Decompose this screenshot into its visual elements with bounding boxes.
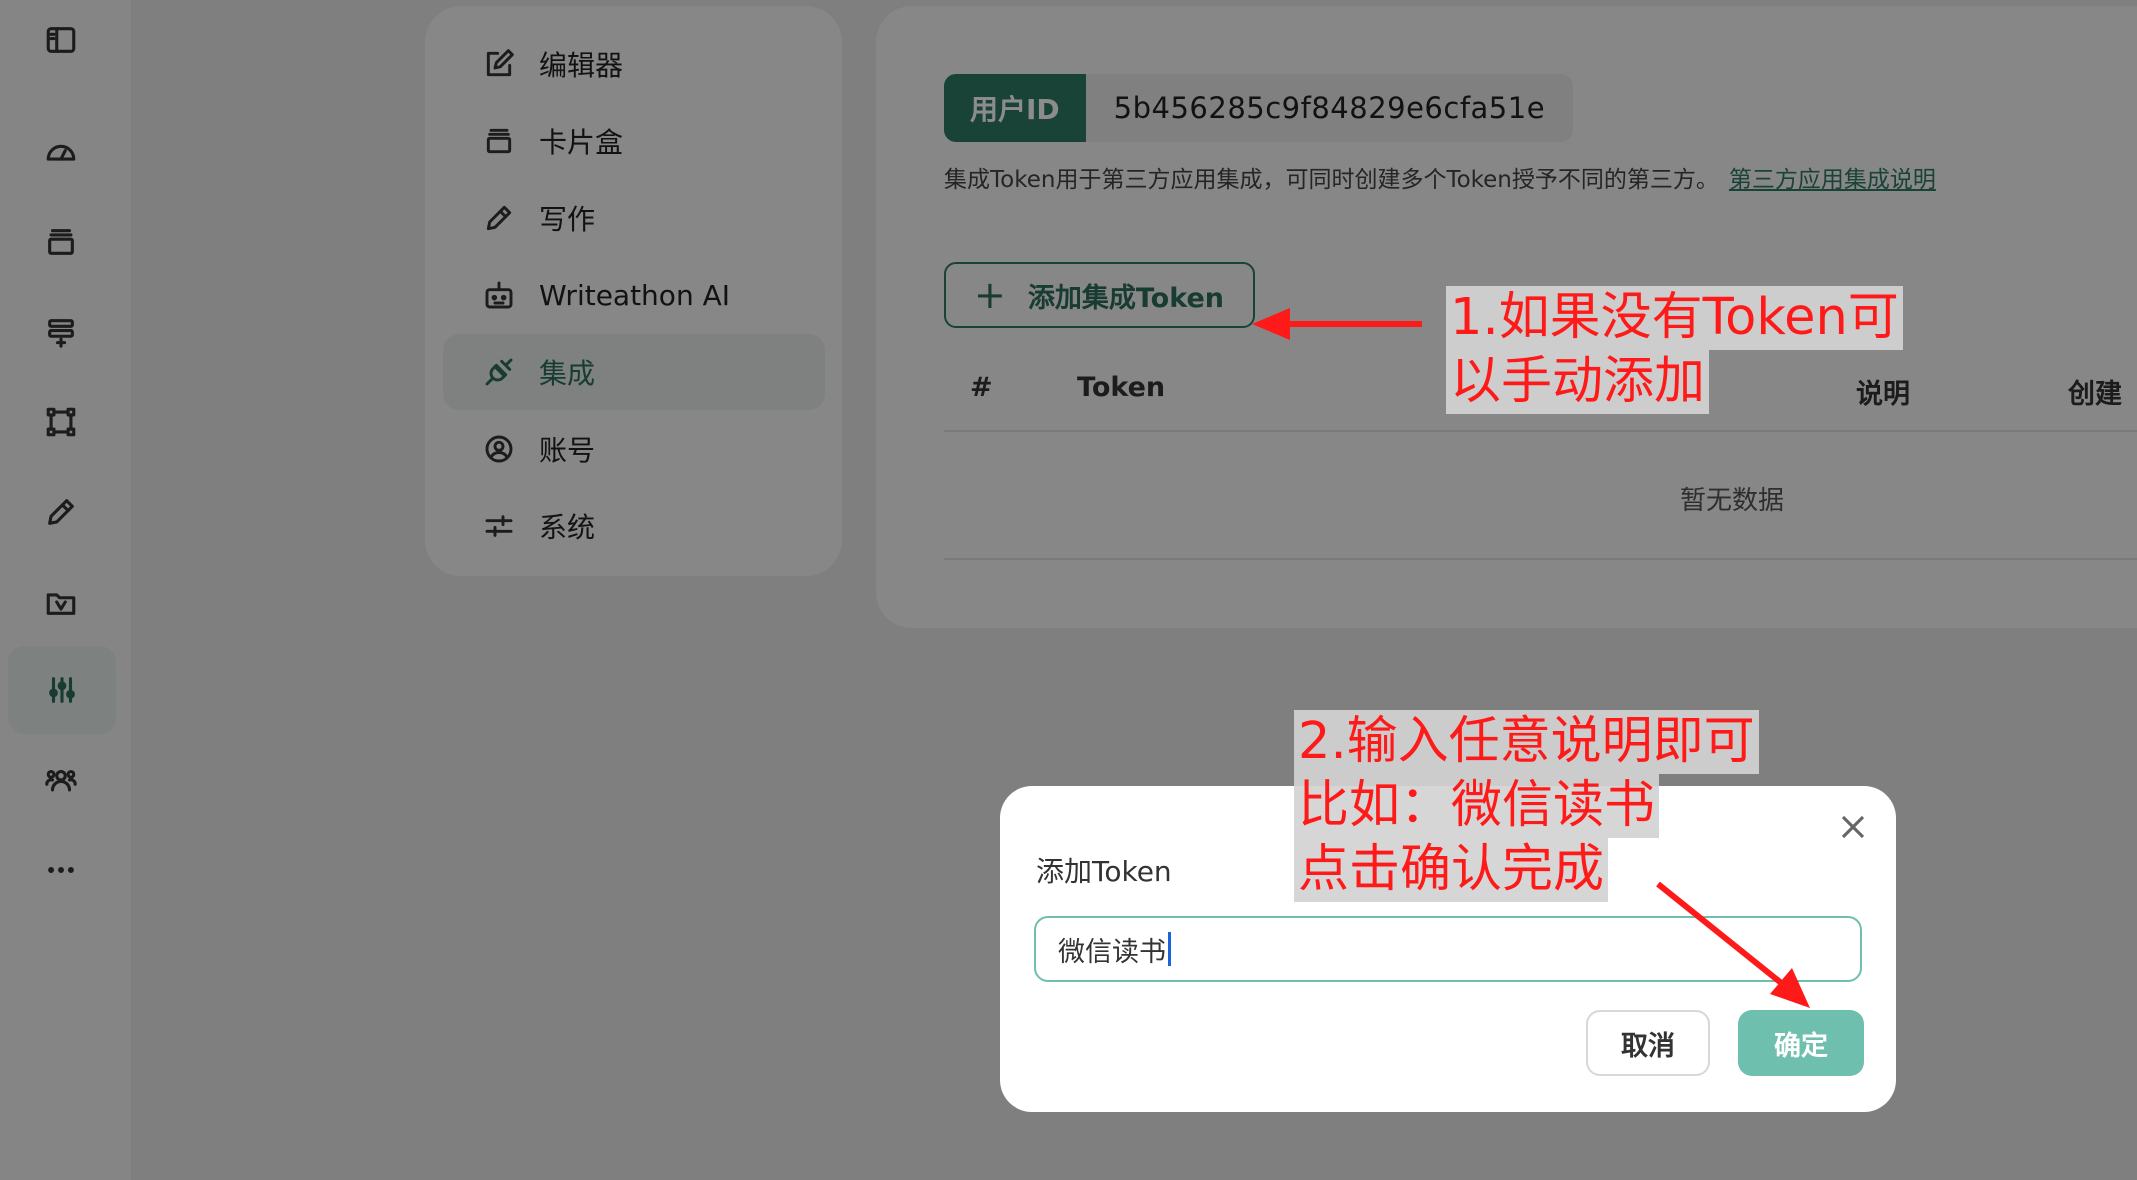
dialog-title: 添加Token xyxy=(1036,855,1172,888)
token-description-input[interactable]: 微信读书 xyxy=(1034,916,1862,982)
close-icon[interactable] xyxy=(1838,812,1868,842)
annotation-line: 2.输入任意说明即可 xyxy=(1294,710,1759,774)
annotation-line: 比如：微信读书 xyxy=(1294,774,1660,838)
annotation-line: 点击确认完成 xyxy=(1294,838,1609,902)
text-caret xyxy=(1168,932,1171,966)
annotation-line: 1.如果没有Token可 xyxy=(1446,286,1903,350)
cancel-button[interactable]: 取消 xyxy=(1586,1010,1710,1076)
input-value: 微信读书 xyxy=(1058,936,1166,968)
annotation-note-2: 2.输入任意说明即可 比如：微信读书 点击确认完成 xyxy=(1294,710,1759,902)
confirm-button[interactable]: 确定 xyxy=(1738,1010,1864,1076)
annotation-line: 以手动添加 xyxy=(1446,350,1710,414)
annotation-note-1: 1.如果没有Token可 以手动添加 xyxy=(1446,286,1903,414)
